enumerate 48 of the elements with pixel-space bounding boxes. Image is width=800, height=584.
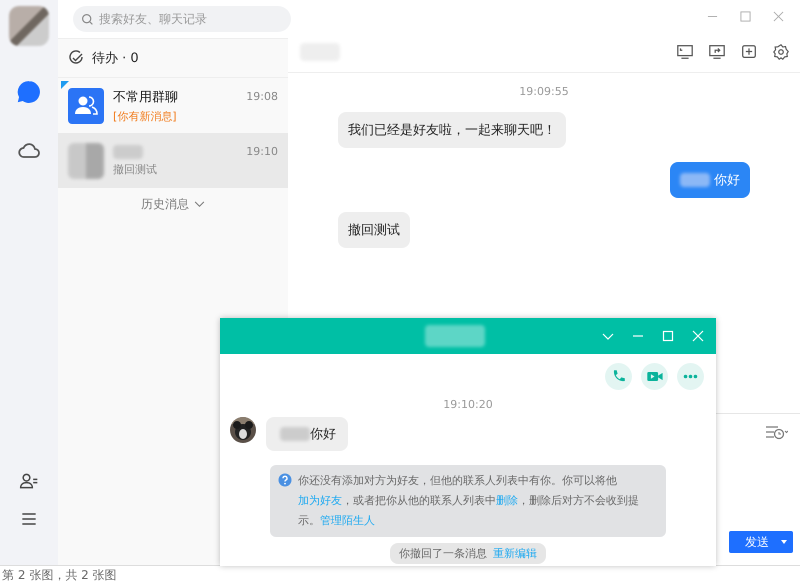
re-edit-link[interactable]: 重新编辑 xyxy=(493,546,537,561)
message-time: 19:10:20 xyxy=(442,398,494,411)
redacted-name xyxy=(680,173,710,187)
conversation-item[interactable]: 19:10 撤回测试 xyxy=(58,133,288,188)
redacted-name xyxy=(280,427,310,441)
history-link[interactable]: 历史消息 xyxy=(141,196,189,212)
video-camera-icon[interactable] xyxy=(641,363,668,390)
group-icon xyxy=(68,88,104,124)
notice-link[interactable]: 加为好友 xyxy=(298,494,342,507)
conversation-time: 19:10 xyxy=(246,145,278,158)
send-button[interactable]: 发送 xyxy=(729,531,793,553)
help-icon xyxy=(278,473,292,487)
message-preview: [你有新消息] xyxy=(113,108,178,124)
message-bubble: 撤回测试 xyxy=(338,212,410,248)
chevron-down-icon xyxy=(194,200,205,208)
search-field[interactable]: 搜索好友、聊天记录 xyxy=(73,6,291,32)
redacted-name xyxy=(113,144,143,158)
screen-share-icon[interactable] xyxy=(708,43,726,61)
maximize-icon[interactable] xyxy=(740,10,751,22)
conversation-name: 不常用群聊 xyxy=(113,88,178,106)
more-icon[interactable] xyxy=(677,363,704,390)
chat-bubble-icon[interactable] xyxy=(17,80,41,104)
message-bubble: 你好 xyxy=(266,417,348,451)
image-caption: 第 2 张图，共 2 张图 xyxy=(1,567,118,584)
redacted-name xyxy=(425,325,485,347)
close-icon[interactable] xyxy=(773,10,784,22)
search-icon xyxy=(81,12,94,26)
conversation-item[interactable]: 不常用群聊 19:08 [你有新消息] xyxy=(58,78,288,133)
message-time: 19:09:55 xyxy=(518,85,570,98)
contacts-icon[interactable] xyxy=(19,471,39,491)
recall-notice: 你撤回了一条消息 xyxy=(399,546,487,561)
monitor-icon[interactable] xyxy=(676,43,694,61)
notice-link[interactable]: 删除 xyxy=(496,494,518,507)
phone-icon[interactable] xyxy=(605,363,632,390)
todo-label[interactable]: 待办 · 0 xyxy=(92,49,139,67)
history-icon[interactable] xyxy=(764,424,788,440)
check-circle-icon xyxy=(68,50,84,66)
notice-link[interactable]: 管理陌生人 xyxy=(320,514,375,527)
message-preview: 撤回测试 xyxy=(113,162,158,176)
settings-icon[interactable] xyxy=(772,43,790,61)
conversation-time: 19:08 xyxy=(246,90,278,103)
avatar xyxy=(68,142,104,178)
message-bubble: 我们已经是好友啦，一起来聊天吧！ xyxy=(338,112,566,148)
friend-notice: 你还没有添加对方为好友，但他的联系人列表中有你。你可以将他 加为好友，或者把你从他的联系人列表中删除，删除后对方不会收到提示。管理陌生人 xyxy=(298,473,640,529)
add-icon[interactable] xyxy=(740,43,758,61)
avatar[interactable] xyxy=(9,6,49,46)
caret-icon xyxy=(781,540,787,544)
message-bubble: 你好 xyxy=(670,162,750,198)
